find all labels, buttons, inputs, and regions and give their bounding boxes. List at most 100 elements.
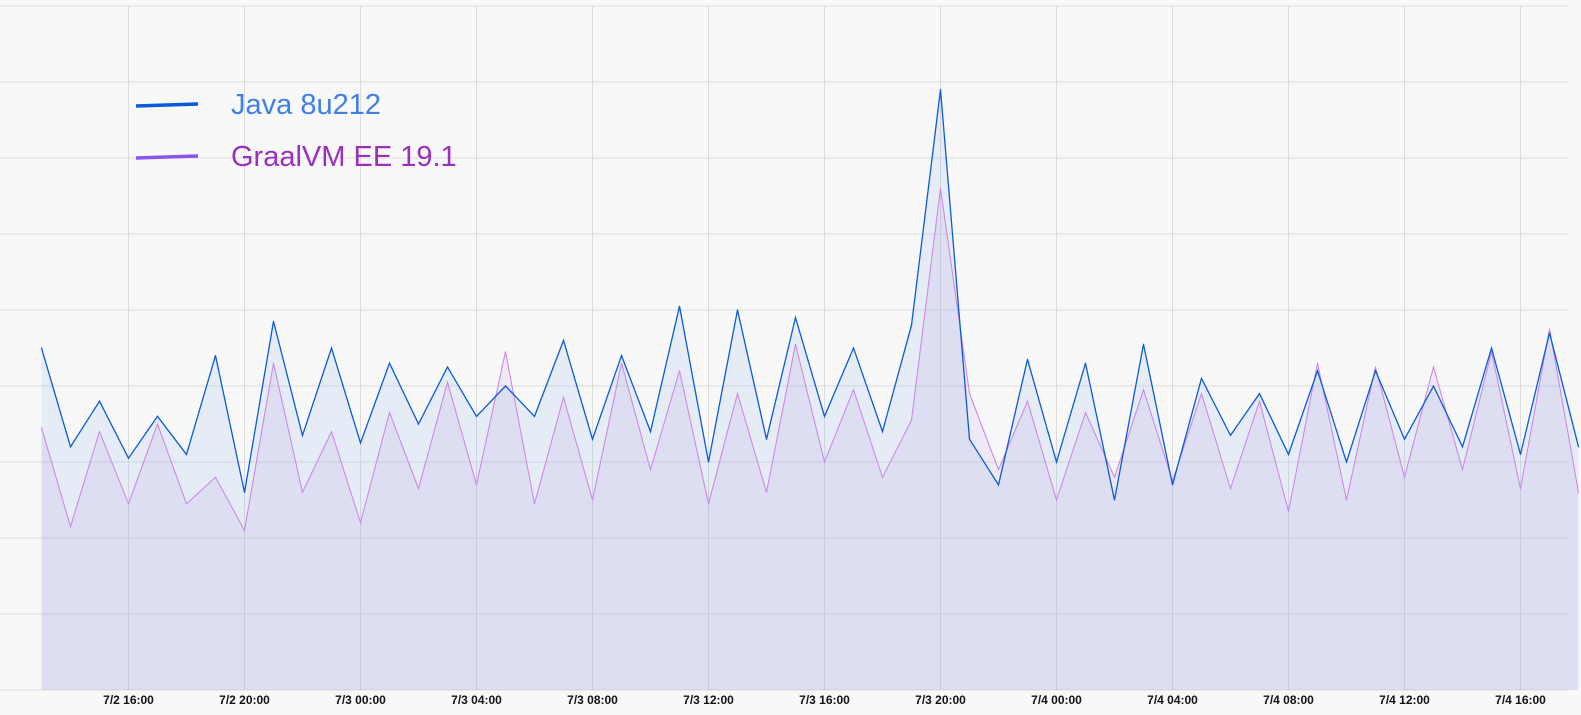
data-point	[69, 446, 72, 448]
data-point	[359, 522, 362, 524]
data-point	[1316, 370, 1319, 372]
x-tick-label: 7/3 12:00	[683, 693, 734, 707]
x-tick-label: 7/3 20:00	[915, 693, 966, 707]
data-point	[272, 362, 275, 364]
x-tick-label: 7/4 16:00	[1495, 693, 1546, 707]
data-point	[765, 491, 768, 493]
data-point	[678, 305, 681, 307]
x-tick-label: 7/3 00:00	[335, 693, 386, 707]
data-point	[475, 415, 478, 417]
data-point	[1345, 499, 1348, 501]
data-point	[1403, 438, 1406, 440]
data-point	[1374, 366, 1377, 368]
data-point	[1374, 370, 1377, 372]
x-tick-label: 7/2 16:00	[103, 693, 154, 707]
data-point	[881, 431, 884, 433]
data-point	[127, 457, 130, 459]
data-point	[301, 491, 304, 493]
x-tick-label: 7/2 20:00	[219, 693, 270, 707]
data-point	[823, 415, 826, 417]
data-point	[910, 324, 913, 326]
data-point	[214, 355, 217, 357]
data-point	[533, 415, 536, 417]
data-point	[185, 453, 188, 455]
data-point	[1432, 385, 1435, 387]
data-point	[156, 415, 159, 417]
data-point	[1200, 377, 1203, 379]
data-point	[620, 362, 623, 364]
data-point	[69, 526, 72, 528]
data-point	[1026, 400, 1029, 402]
data-point	[504, 385, 507, 387]
data-point	[707, 503, 710, 505]
data-point	[1229, 434, 1232, 436]
x-tick-label: 7/4 08:00	[1263, 693, 1314, 707]
legend-item-graalvm: GraalVM EE 19.1	[135, 141, 457, 173]
data-point	[1287, 453, 1290, 455]
data-point	[1490, 347, 1493, 349]
data-point	[1258, 400, 1261, 402]
legend: Java 8u212 GraalVM EE 19.1	[135, 89, 457, 173]
data-point	[736, 393, 739, 395]
data-point	[1519, 453, 1522, 455]
data-point	[1084, 362, 1087, 364]
data-point	[562, 339, 565, 341]
x-axis: 7/2 16:00 7/2 20:00 7/3 00:00 7/3 04:00 7/3 …	[103, 693, 1546, 707]
data-point	[1519, 488, 1522, 490]
data-point	[823, 461, 826, 463]
x-tick-label: 7/3 16:00	[799, 693, 850, 707]
data-point	[417, 488, 420, 490]
legend-label-graalvm: GraalVM EE 19.1	[231, 141, 457, 173]
data-point	[1461, 469, 1464, 471]
data-point	[1258, 393, 1261, 395]
data-point	[852, 347, 855, 349]
data-point	[1200, 393, 1203, 395]
data-point	[968, 438, 971, 440]
data-point	[939, 187, 942, 189]
legend-label-java: Java 8u212	[231, 89, 381, 121]
data-point	[910, 419, 913, 421]
data-point	[997, 469, 1000, 471]
data-point	[98, 431, 101, 433]
data-point	[649, 469, 652, 471]
x-tick-label: 7/4 00:00	[1031, 693, 1082, 707]
legend-swatch-java	[135, 102, 199, 108]
data-point	[475, 484, 478, 486]
data-point	[330, 347, 333, 349]
data-point	[562, 396, 565, 398]
data-point	[388, 412, 391, 414]
data-point	[794, 343, 797, 345]
data-point	[1345, 461, 1348, 463]
data-point	[388, 362, 391, 364]
data-point	[98, 400, 101, 402]
data-point	[359, 442, 362, 444]
data-point	[1171, 484, 1174, 486]
data-point	[1113, 476, 1116, 478]
data-point	[736, 309, 739, 311]
data-point	[1548, 328, 1551, 330]
data-point	[939, 89, 942, 91]
data-point	[504, 351, 507, 353]
data-point	[1461, 446, 1464, 448]
data-point	[272, 320, 275, 322]
data-point	[1142, 343, 1145, 345]
data-point	[533, 503, 536, 505]
data-point	[997, 484, 1000, 486]
data-point	[881, 476, 884, 478]
data-point	[1142, 389, 1145, 391]
data-point	[1403, 476, 1406, 478]
line-chart: 7/2 16:00 7/2 20:00 7/3 00:00 7/3 04:00 7/3 …	[0, 5, 1580, 707]
data-point	[417, 423, 420, 425]
data-point	[127, 503, 130, 505]
legend-swatch-graalvm	[135, 154, 199, 160]
x-tick-label: 7/3 08:00	[567, 693, 618, 707]
data-point	[678, 370, 681, 372]
data-point	[1229, 488, 1232, 490]
series-areas	[41, 89, 1579, 691]
data-point	[40, 347, 43, 349]
data-point	[852, 389, 855, 391]
legend-item-java: Java 8u212	[135, 89, 381, 121]
data-point	[156, 423, 159, 425]
data-point	[1432, 366, 1435, 368]
data-point	[40, 427, 43, 429]
